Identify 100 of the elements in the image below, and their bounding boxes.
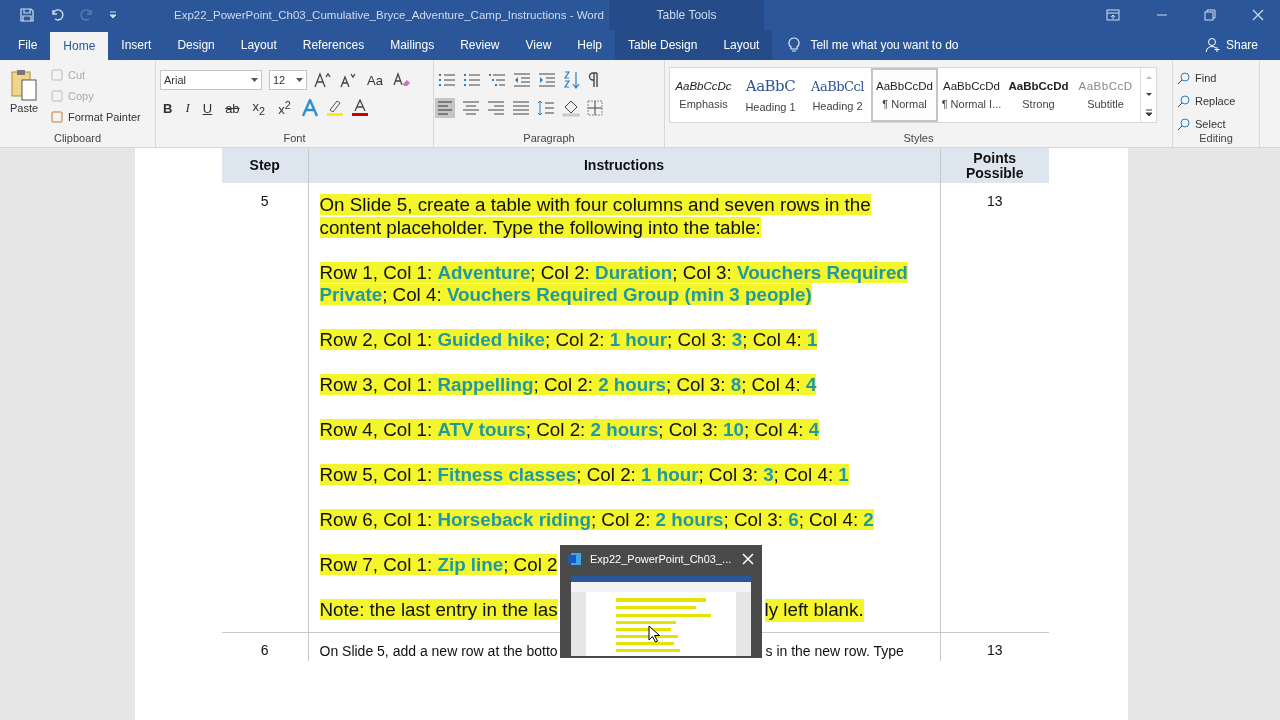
style-item[interactable]: AaBbCcDd ¶ Normal I... bbox=[938, 68, 1005, 122]
instruction-text: Row 4, Col 1: ATV tours; Col 2: 2 hours; Col 3: 10; Col 4: 4 bbox=[319, 419, 821, 442]
ribbon-tab[interactable]: View bbox=[512, 30, 565, 60]
group-label: Editing bbox=[1198, 132, 1234, 146]
highlighter-icon[interactable] bbox=[325, 99, 344, 117]
instruction-text: On Slide 5, create a table with four columns and seven rows in the content placeholder. Type the following into the table: bbox=[319, 194, 872, 239]
style-item[interactable]: AaBbCcl Heading 2 bbox=[804, 68, 871, 122]
square-icon bbox=[50, 110, 64, 124]
format-button[interactable]: x$^{2}$ bbox=[275, 98, 294, 118]
customize-icon[interactable] bbox=[109, 11, 117, 19]
line-spacing-icon[interactable] bbox=[537, 100, 555, 116]
font-color-icon[interactable] bbox=[350, 99, 369, 117]
numbering-icon[interactable] bbox=[463, 72, 481, 88]
ribbon-tab[interactable]: Review bbox=[447, 30, 513, 60]
style-item[interactable]: AaBbCcDd Strong bbox=[1005, 68, 1072, 122]
ribbon-tab[interactable]: Table Design bbox=[615, 30, 711, 60]
dropdown-icon[interactable] bbox=[296, 78, 303, 82]
points-value: 13 bbox=[940, 183, 1049, 632]
column-header: Step bbox=[222, 148, 308, 183]
instruction-text: Row 1, Col 1: Adventure; Col 2: Duration; Col 3: Vouchers Required Private; Col 4: Vouchers Required Group (min 3 people) bbox=[319, 261, 909, 307]
paste-button[interactable]: Paste bbox=[4, 62, 44, 132]
ribbon-tab[interactable]: Insert bbox=[108, 30, 165, 60]
text-effects-icon[interactable] bbox=[300, 99, 319, 117]
ribbon-tab[interactable]: Layout bbox=[710, 30, 773, 60]
share-button[interactable]: Share bbox=[1204, 30, 1258, 60]
format-button[interactable]: I bbox=[182, 100, 193, 116]
redo-icon bbox=[79, 7, 95, 23]
square-icon bbox=[50, 89, 64, 103]
style-item[interactable]: AaBbCcD Subtitle bbox=[1072, 68, 1139, 122]
justify-icon[interactable] bbox=[512, 100, 530, 116]
tell-me-search[interactable]: Tell me what you want to do bbox=[810, 38, 959, 52]
increase-indent-icon[interactable] bbox=[538, 72, 556, 88]
taskbar-preview[interactable]: Exp22_PowerPoint_Ch03_... bbox=[560, 545, 762, 658]
more-styles-icon[interactable] bbox=[1143, 109, 1154, 117]
shading-icon[interactable] bbox=[562, 99, 580, 117]
align-right-icon[interactable] bbox=[487, 100, 505, 116]
instruction-text: s in the new row. Type bbox=[765, 641, 904, 660]
ribbon-tab[interactable]: Design bbox=[164, 30, 228, 60]
shrink-font-icon[interactable] bbox=[339, 72, 357, 88]
pilcrow-icon[interactable] bbox=[588, 72, 600, 88]
person-add-icon bbox=[1204, 37, 1221, 53]
font-size-field[interactable]: 12 bbox=[269, 70, 307, 90]
magnifier-icon bbox=[1177, 70, 1191, 85]
format-button[interactable]: B bbox=[160, 100, 176, 116]
grow-font-icon[interactable] bbox=[314, 72, 332, 88]
editing-button[interactable]: Select bbox=[1177, 115, 1255, 132]
preview-title: Exp22_PowerPoint_Ch03_... bbox=[590, 553, 733, 565]
clipboard-button[interactable]: Format Painter bbox=[50, 108, 141, 126]
align-left-icon[interactable] bbox=[435, 98, 455, 118]
ribbon-tab[interactable]: References bbox=[289, 30, 378, 60]
style-item[interactable]: AaBbC Heading 1 bbox=[737, 68, 804, 122]
ribbon-tab[interactable]: Layout bbox=[227, 30, 290, 60]
format-button[interactable]: x$_{2}$ bbox=[249, 99, 269, 117]
instruction-text: Row 2, Col 1: Guided hike; Col 2: 1 hour; Col 3: 3; Col 4: 1 bbox=[319, 329, 819, 352]
center-icon[interactable] bbox=[462, 100, 480, 116]
restore-icon[interactable] bbox=[1204, 9, 1216, 21]
close-icon[interactable] bbox=[1252, 9, 1264, 21]
mouse-cursor-icon bbox=[648, 625, 660, 643]
ribbon-tab[interactable]: Help bbox=[564, 30, 615, 60]
instruction-text: Note: the last entry in the las bbox=[319, 599, 558, 620]
points-value: 13 bbox=[940, 632, 1049, 661]
column-header: Instructions bbox=[308, 148, 940, 183]
change-case-button[interactable]: Aa bbox=[364, 72, 386, 88]
ribbon-tab[interactable]: Home bbox=[50, 32, 109, 60]
bullets-icon[interactable] bbox=[438, 72, 456, 88]
borders-icon[interactable] bbox=[587, 100, 603, 116]
ribbon-display-icon[interactable] bbox=[1106, 9, 1120, 21]
ribbon-tab[interactable]: File bbox=[0, 30, 51, 60]
format-button[interactable]: ab bbox=[222, 100, 243, 116]
clipboard-icon bbox=[9, 68, 39, 102]
word-icon bbox=[568, 552, 582, 566]
group-label: Clipboard bbox=[52, 132, 103, 146]
instruction-text: Row 5, Col 1: Fitness classes; Col 2: 1 hour; Col 3: 3; Col 4: 1 bbox=[319, 464, 850, 487]
instruction-text: On Slide 5, add a new row at the botto bbox=[319, 642, 558, 659]
font-name-field[interactable]: Arial bbox=[160, 70, 262, 90]
instruction-text: Row 6, Col 1: Horseback riding; Col 2: 2 hours; Col 3: 6; Col 4: 2 bbox=[319, 509, 875, 532]
step-number: 5 bbox=[222, 183, 308, 632]
editing-button[interactable]: Replace bbox=[1177, 92, 1255, 109]
group-label: Styles bbox=[902, 132, 935, 146]
decrease-indent-icon[interactable] bbox=[513, 72, 531, 88]
instruction-text: ly left blank. bbox=[764, 599, 864, 622]
contextual-tab-label: Table Tools bbox=[656, 8, 717, 22]
undo-icon[interactable] bbox=[49, 7, 65, 23]
group-label: Paragraph bbox=[522, 132, 576, 146]
multilevel-list-icon[interactable] bbox=[488, 72, 506, 88]
step-number: 6 bbox=[222, 632, 308, 661]
sort-icon[interactable] bbox=[563, 71, 581, 89]
save-icon[interactable] bbox=[19, 7, 35, 23]
magnifier-icon bbox=[1177, 116, 1191, 131]
ribbon-tab[interactable]: Mailings bbox=[377, 30, 448, 60]
format-button[interactable]: U bbox=[199, 100, 216, 116]
editing-button[interactable]: Find bbox=[1177, 69, 1255, 86]
style-item[interactable]: AaBbCcDd ¶ Normal bbox=[871, 68, 938, 122]
style-item[interactable]: AaBbCcDc Emphasis bbox=[670, 68, 737, 122]
column-header: Points Possible bbox=[940, 148, 1049, 183]
magnifier-icon bbox=[1177, 93, 1191, 108]
clear-formatting-icon[interactable] bbox=[392, 72, 411, 88]
dropdown-icon[interactable] bbox=[251, 78, 258, 82]
group-label: Font bbox=[282, 132, 307, 146]
window-title: Exp22_PowerPoint_Ch03_Cumulative_Bryce_Adventure_Camp_Instructions - Word bbox=[174, 9, 605, 21]
